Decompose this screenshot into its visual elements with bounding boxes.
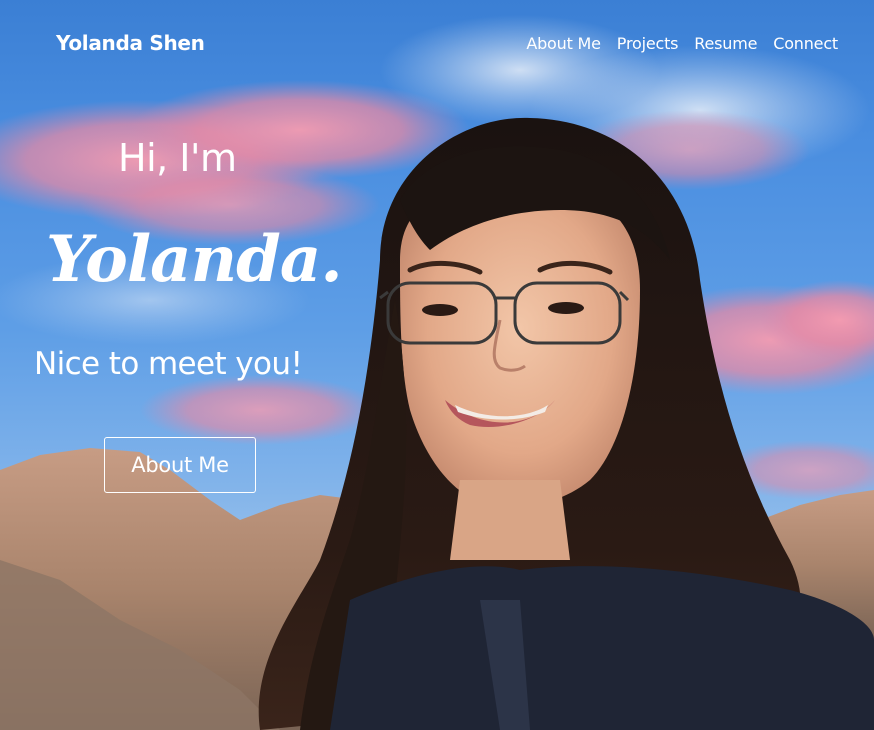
nav-link-about-me[interactable]: About Me [526, 34, 601, 53]
hero-section: Yolanda Shen About Me Projects Resume Co… [0, 0, 874, 730]
about-me-button[interactable]: About Me [104, 437, 256, 493]
nav-link-connect[interactable]: Connect [773, 34, 838, 53]
hero-greeting: Hi, I'm [118, 136, 237, 180]
hero-name: Yolanda. [46, 222, 343, 297]
nav-link-resume[interactable]: Resume [694, 34, 757, 53]
nav-link-projects[interactable]: Projects [617, 34, 679, 53]
hero-tagline: Nice to meet you! [34, 346, 303, 382]
nav-links: About Me Projects Resume Connect [526, 34, 838, 53]
brand-logo-link[interactable]: Yolanda Shen [56, 31, 205, 55]
navbar: Yolanda Shen About Me Projects Resume Co… [0, 0, 874, 90]
